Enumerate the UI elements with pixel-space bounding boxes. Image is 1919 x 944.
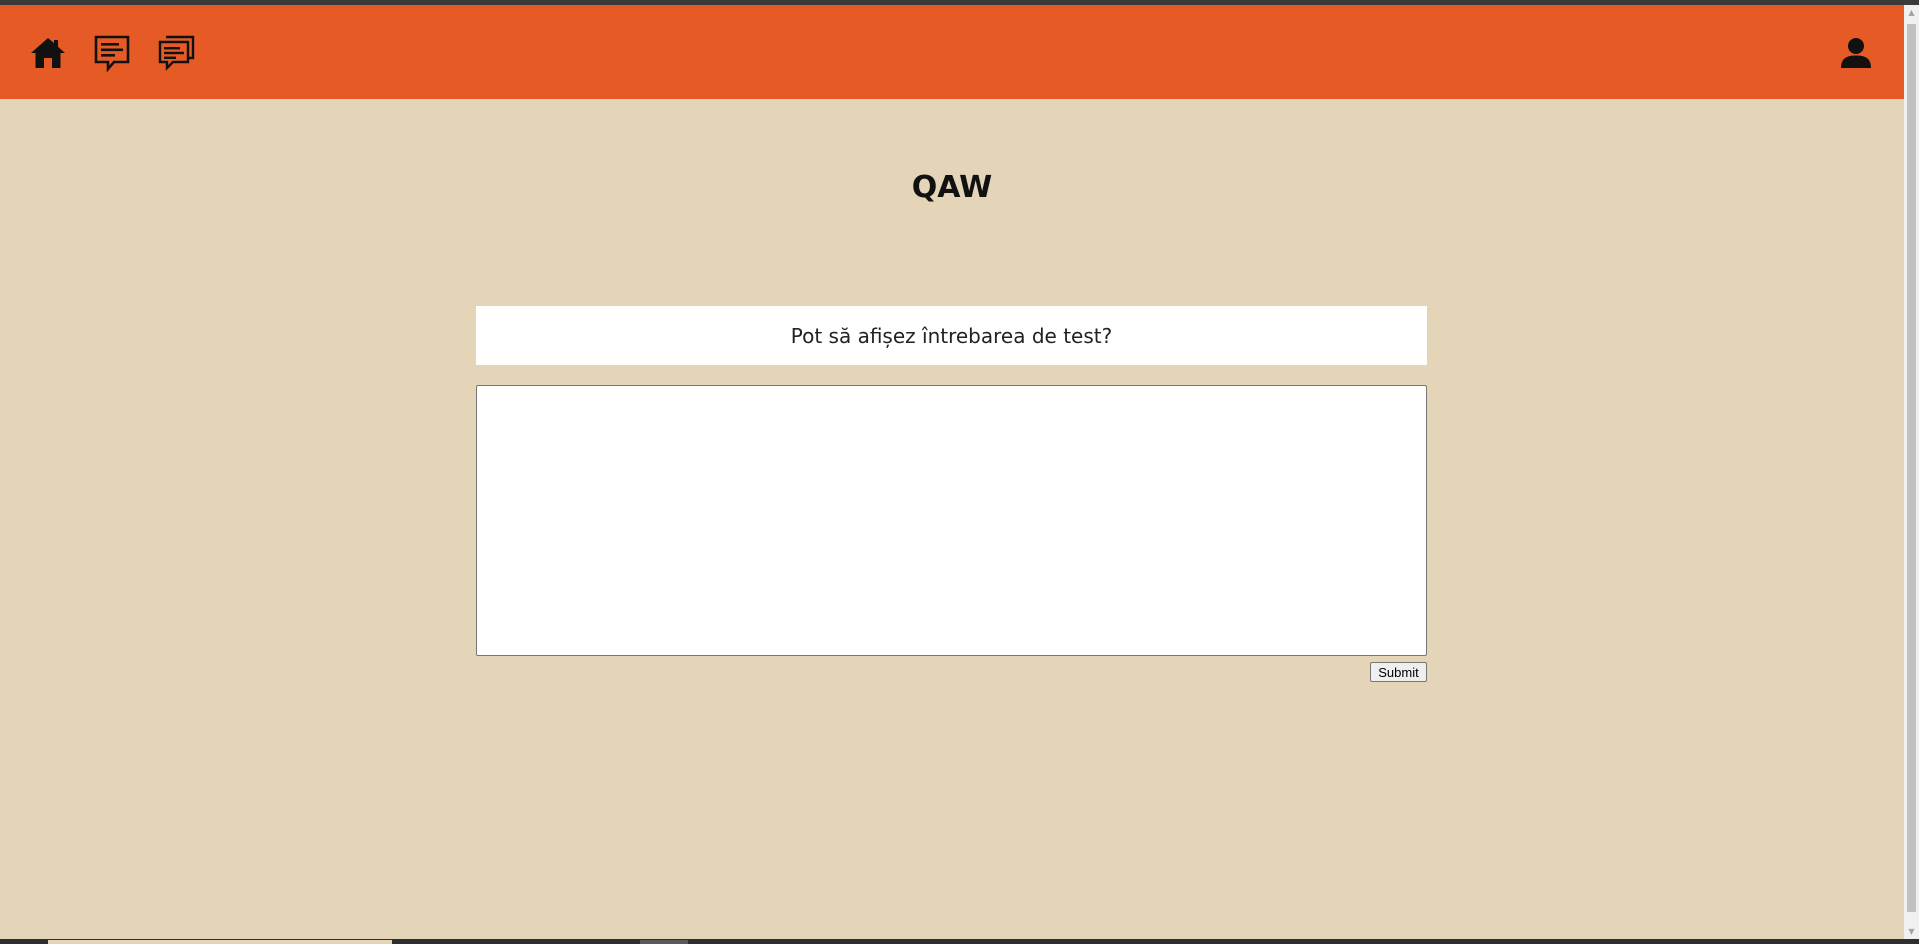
message-icon[interactable]	[92, 33, 132, 73]
scroll-up-arrow-icon[interactable]: ▲	[1904, 5, 1919, 20]
page-title: QAW	[911, 170, 993, 205]
submit-button[interactable]: Submit	[1370, 662, 1427, 682]
question-card: Pot să afișez întrebarea de test?	[476, 306, 1427, 365]
messages-icon[interactable]	[156, 33, 196, 73]
messages-icon-graphic	[158, 35, 195, 71]
home-icon[interactable]	[28, 33, 68, 73]
user-icon[interactable]	[1836, 33, 1876, 73]
top-navbar	[0, 5, 1904, 99]
scroll-down-arrow-icon[interactable]: ▼	[1904, 924, 1919, 939]
taskbar-item	[48, 940, 392, 944]
vertical-scrollbar[interactable]: ▲ ▼	[1904, 5, 1919, 939]
user-icon-graphic	[1841, 38, 1871, 68]
taskbar-strip	[0, 939, 1919, 944]
scrollbar-thumb[interactable]	[1907, 24, 1916, 912]
question-text: Pot să afișez întrebarea de test?	[790, 323, 1113, 348]
taskbar-item	[640, 940, 688, 944]
message-icon-graphic	[94, 35, 130, 73]
home-icon-graphic	[31, 38, 65, 68]
answer-textarea[interactable]	[476, 385, 1427, 656]
